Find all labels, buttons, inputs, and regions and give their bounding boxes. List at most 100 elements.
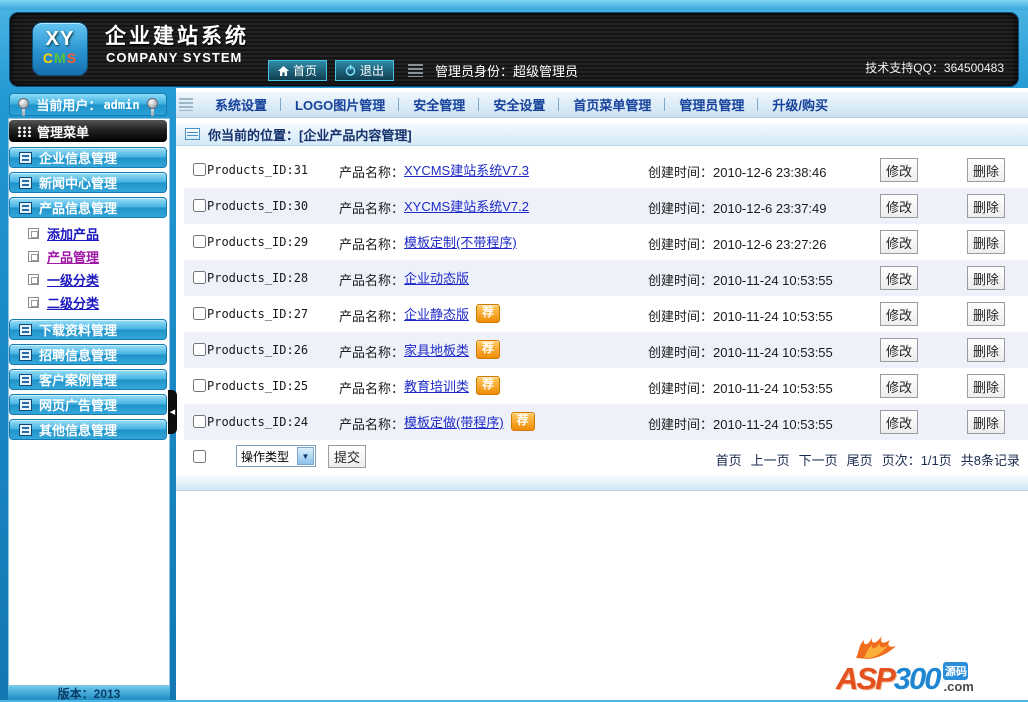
submenu-item-link[interactable]: 二级分类 — [47, 293, 99, 312]
edit-button[interactable]: 修改 — [880, 158, 918, 182]
edit-button[interactable]: 修改 — [880, 194, 918, 218]
product-name-link[interactable]: XYCMS建站系统V7.2 — [404, 196, 529, 215]
collapse-arrow-icon: ◀ — [169, 409, 176, 416]
product-name-cell: 家具地板类 荐 — [404, 340, 501, 359]
pushpin-icon — [147, 98, 158, 116]
sidebar-item-label: 招聘信息管理 — [39, 348, 118, 363]
top-frame-strip — [0, 0, 1028, 10]
sidebar-item-label: 客户案例管理 — [39, 373, 118, 388]
product-name-cell: XYCMS建站系统V7.2 — [404, 196, 529, 215]
pagination-link[interactable]: 首页 — [716, 450, 742, 469]
select-all-checkbox[interactable] — [193, 450, 206, 463]
page-info: 页次：1/1页 — [881, 453, 952, 468]
product-name-link[interactable]: 企业静态版 — [404, 304, 469, 323]
products-submenu: 添加产品 产品管理 一级分类 二级分类 — [9, 222, 167, 314]
current-user-label: 当前用户： — [36, 98, 102, 113]
pagination-link[interactable]: 下一页 — [799, 450, 838, 469]
admin-identity-text: 管理员身份：超级管理员 — [435, 64, 579, 79]
edit-button[interactable]: 修改 — [880, 266, 918, 290]
product-name-link[interactable]: 家具地板类 — [404, 340, 469, 359]
page-icon — [28, 274, 39, 285]
delete-button[interactable]: 删除 — [967, 374, 1005, 398]
row-checkbox[interactable] — [193, 235, 206, 248]
product-name-link[interactable]: 模板定制(不带程序) — [404, 232, 517, 251]
pushpin-icon — [18, 98, 29, 116]
submenu-item[interactable]: 添加产品 — [9, 222, 167, 245]
created-time-value: 2010-11-24 10:53:55 — [713, 273, 833, 288]
product-name-link[interactable]: XYCMS建站系统V7.3 — [404, 160, 529, 179]
logo-cms-text: CMS — [42, 50, 78, 66]
row-checkbox[interactable] — [193, 199, 206, 212]
sidebar-item-label: 产品信息管理 — [39, 201, 118, 216]
submenu-item[interactable]: 一级分类 — [9, 268, 167, 291]
sidebar-collapse-handle[interactable]: ◀ — [168, 390, 177, 434]
edit-button[interactable]: 修改 — [880, 410, 918, 434]
sidebar-item[interactable]: 客户案例管理 — [9, 369, 167, 390]
recommended-badge: 荐 — [510, 412, 535, 431]
top-menu-item[interactable]: 升级/购买 — [758, 95, 842, 114]
row-checkbox[interactable] — [193, 163, 206, 176]
created-time-label: 创建时间： — [648, 201, 714, 216]
sidebar-item[interactable]: 企业信息管理 — [9, 147, 167, 168]
submenu-item[interactable]: 产品管理 — [9, 245, 167, 268]
created-time-value: 2010-11-24 10:53:55 — [713, 345, 833, 360]
product-id: Products_ID:29 — [207, 235, 309, 249]
action-type-select[interactable]: 操作类型 ▼ — [236, 445, 316, 467]
sidebar-item[interactable]: 网页广告管理 — [9, 394, 167, 415]
delete-button[interactable]: 删除 — [967, 410, 1005, 434]
product-name-link[interactable]: 企业动态版 — [404, 268, 469, 287]
logout-button[interactable]: 退出 — [335, 60, 395, 81]
row-checkbox[interactable] — [193, 415, 206, 428]
row-checkbox[interactable] — [193, 379, 206, 392]
document-icon — [19, 423, 32, 436]
breadcrumb: 你当前的位置：[企业产品内容管理] — [176, 122, 1028, 146]
top-menu-item[interactable]: LOGO图片管理 — [281, 95, 400, 114]
menu-title-label: 管理菜单 — [37, 124, 90, 140]
sidebar-item[interactable]: 下载资料管理 — [9, 319, 167, 340]
top-menu-item[interactable]: 首页菜单管理 — [559, 95, 666, 114]
row-checkbox[interactable] — [193, 307, 206, 320]
logout-button-label: 退出 — [360, 64, 385, 78]
edit-button[interactable]: 修改 — [880, 302, 918, 326]
pagination-link[interactable]: 尾页 — [847, 450, 873, 469]
product-name-label: 产品名称： — [339, 309, 405, 324]
delete-button[interactable]: 删除 — [967, 302, 1005, 326]
top-menu-item[interactable]: 安全设置 — [479, 95, 560, 114]
delete-button[interactable]: 删除 — [967, 338, 1005, 362]
submenu-item-link[interactable]: 添加产品 — [47, 224, 99, 243]
product-name-link[interactable]: 模板定做(带程序) — [404, 412, 504, 431]
sidebar-item[interactable]: 产品信息管理 — [9, 197, 167, 218]
top-menu-item[interactable]: 安全管理 — [399, 95, 480, 114]
breadcrumb-label: 你当前的位置：[企业产品内容管理] — [208, 127, 412, 143]
submit-button[interactable]: 提交 — [328, 445, 366, 468]
batch-action-bar: 操作类型 ▼ 提交 首页 上一页 下一页 尾页 页次：1/1页 共8条记录 — [184, 440, 1028, 473]
product-name-cell: 模板定制(不带程序) — [404, 232, 517, 251]
submenu-item-link[interactable]: 产品管理 — [47, 247, 99, 266]
product-name-link[interactable]: 教育培训类 — [404, 376, 469, 395]
table-row: Products_ID:29 产品名称： 模板定制(不带程序) 创建时间：201… — [184, 224, 1028, 260]
row-checkbox[interactable] — [193, 271, 206, 284]
edit-button[interactable]: 修改 — [880, 230, 918, 254]
pagination-link[interactable]: 上一页 — [751, 450, 790, 469]
document-icon — [19, 201, 32, 214]
sidebar-item-label: 其他信息管理 — [39, 423, 118, 438]
edit-button[interactable]: 修改 — [880, 374, 918, 398]
sidebar-item[interactable]: 其他信息管理 — [9, 419, 167, 440]
submenu-item-link[interactable]: 一级分类 — [47, 270, 99, 289]
delete-button[interactable]: 删除 — [967, 194, 1005, 218]
sidebar-item[interactable]: 新闻中心管理 — [9, 172, 167, 193]
delete-button[interactable]: 删除 — [967, 230, 1005, 254]
yuanma-badge: 源码 — [943, 661, 969, 680]
delete-button[interactable]: 删除 — [967, 158, 1005, 182]
row-checkbox[interactable] — [193, 343, 206, 356]
sidebar-item[interactable]: 招聘信息管理 — [9, 344, 167, 365]
submenu-item[interactable]: 二级分类 — [9, 291, 167, 314]
asp300-watermark: ASP 300 源码 .com — [836, 636, 1016, 694]
home-button[interactable]: 首页 — [268, 60, 328, 81]
top-menu-item[interactable]: 管理员管理 — [665, 95, 759, 114]
edit-button[interactable]: 修改 — [880, 338, 918, 362]
created-time-value: 2010-11-24 10:53:55 — [713, 417, 833, 432]
table-row: Products_ID:27 产品名称： 企业静态版 荐 创建时间：2010-1… — [184, 296, 1028, 332]
top-menu-item[interactable]: 系统设置 — [201, 95, 282, 114]
delete-button[interactable]: 删除 — [967, 266, 1005, 290]
